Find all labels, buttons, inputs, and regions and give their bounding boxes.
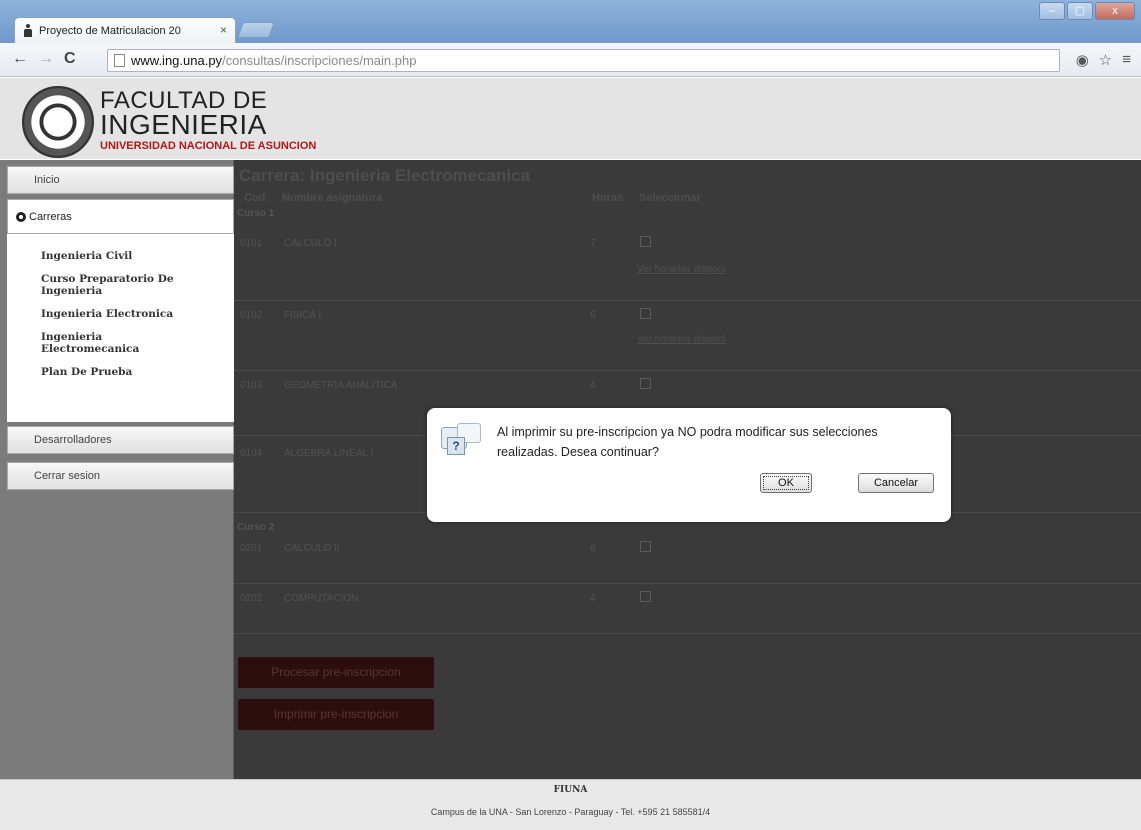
tab-close-icon[interactable]: × bbox=[220, 23, 227, 37]
browser-titlebar: Proyecto de Matriculacion 20 × – ▢ x bbox=[0, 0, 1141, 46]
page-footer: FIUNA Campus de la UNA - San Lorenzo - P… bbox=[0, 779, 1141, 830]
sidebar-item-label: Carreras bbox=[29, 211, 72, 223]
browser-tab[interactable]: Proyecto de Matriculacion 20 × bbox=[14, 17, 236, 43]
sidebar-item-desarrolladores[interactable]: Desarrolladores bbox=[7, 426, 234, 454]
sidebar-item-cerrar-sesion[interactable]: Cerrar sesion bbox=[7, 462, 234, 490]
sidebar: Inicio Carreras Ingenieria Civil Curso P… bbox=[0, 160, 234, 780]
row-divider bbox=[234, 583, 1141, 584]
col-header-select: Seleccionar bbox=[639, 192, 701, 204]
window-controls: – ▢ x bbox=[1039, 2, 1135, 20]
row-name: CALCULO I bbox=[284, 238, 337, 249]
page-title: Carrera: Ingenieria Electromecanica bbox=[239, 166, 531, 185]
row-hours: 7 bbox=[590, 238, 596, 249]
row-code: 0102 bbox=[240, 310, 263, 321]
toolbar-right: ◉ ☆ ≡ bbox=[1076, 51, 1131, 69]
horarios-link[interactable]: Ver horarios disponi bbox=[637, 334, 725, 345]
minimize-button[interactable]: – bbox=[1039, 2, 1065, 20]
logo-line-3: UNIVERSIDAD NACIONAL DE ASUNCION bbox=[100, 140, 317, 152]
footer-title: FIUNA bbox=[553, 785, 588, 795]
print-preinscription-button[interactable]: Imprimir pre-inscripcion bbox=[238, 699, 434, 730]
row-divider bbox=[234, 633, 1141, 634]
page-header: FACULTAD DE INGENIERIA UNIVERSIDAD NACIO… bbox=[0, 78, 1141, 159]
logo-line-2: INGENIERIA bbox=[100, 109, 267, 140]
tab-favicon-icon bbox=[23, 24, 33, 37]
back-arrow-icon[interactable]: ← bbox=[12, 50, 28, 68]
row-code: 0202 bbox=[240, 593, 263, 604]
row-checkbox[interactable] bbox=[640, 541, 651, 552]
url-host: www.ing.una.py bbox=[131, 53, 223, 68]
process-preinscription-button[interactable]: Procesar pre-inscripcion bbox=[238, 657, 434, 688]
star-icon[interactable]: ☆ bbox=[1099, 51, 1112, 69]
browser-toolbar: ← → C www.ing.una.py /consultas/inscripc… bbox=[0, 43, 1141, 77]
row-divider bbox=[234, 300, 1141, 301]
submenu-item-plan-de-prueba[interactable]: Plan De Prueba bbox=[41, 366, 201, 378]
submenu-item-electronica[interactable]: Ingenieria Electronica bbox=[41, 308, 201, 320]
sidebar-item-inicio[interactable]: Inicio bbox=[7, 166, 234, 194]
cancel-button[interactable]: Cancelar bbox=[858, 473, 934, 493]
row-code: 0201 bbox=[240, 543, 263, 554]
submenu-item-civil[interactable]: Ingenieria Civil bbox=[41, 250, 201, 262]
submenu-item-curso-preparatorio[interactable]: Curso Preparatorio De Ingenieria bbox=[41, 273, 201, 297]
dialog-message: Al imprimir su pre-inscripcion ya NO pod… bbox=[497, 425, 878, 459]
row-code: 0104 bbox=[240, 448, 263, 459]
sidebar-item-carreras[interactable]: Carreras bbox=[7, 199, 234, 234]
row-checkbox[interactable] bbox=[640, 378, 651, 389]
new-tab-button[interactable] bbox=[237, 22, 275, 38]
carreras-submenu: Ingenieria Civil Curso Preparatorio De I… bbox=[7, 234, 234, 422]
confirm-dialog: ? Al imprimir su pre-inscripcion ya NO p… bbox=[427, 408, 951, 522]
semester-label: Curso 2 bbox=[237, 522, 275, 533]
maximize-button[interactable]: ▢ bbox=[1067, 2, 1093, 20]
page-icon bbox=[114, 54, 125, 67]
row-name: FISICA I bbox=[284, 310, 322, 321]
question-icon: ? bbox=[441, 423, 485, 463]
row-checkbox[interactable] bbox=[640, 308, 651, 319]
reload-icon[interactable]: C bbox=[64, 50, 76, 68]
row-name: ALGEBRA LINEAL I bbox=[284, 448, 374, 459]
col-header-code: Cod. bbox=[244, 192, 269, 204]
row-checkbox[interactable] bbox=[640, 236, 651, 247]
row-code: 0101 bbox=[240, 238, 263, 249]
eye-icon[interactable]: ◉ bbox=[1076, 51, 1089, 69]
row-name: GEOMETRIA ANALITICA bbox=[284, 380, 398, 391]
col-header-name: Nombre asignatura bbox=[282, 192, 383, 204]
url-path: /consultas/inscripciones/main.php bbox=[222, 53, 417, 68]
row-name: CALCULO II bbox=[284, 543, 340, 554]
footer-contact: Campus de la UNA - San Lorenzo - Paragua… bbox=[430, 807, 711, 817]
col-header-hours: Horas bbox=[592, 192, 624, 204]
row-name: COMPUTACION bbox=[284, 593, 359, 604]
close-window-button[interactable]: x bbox=[1095, 2, 1135, 20]
row-code: 0103 bbox=[240, 380, 263, 391]
address-bar[interactable]: www.ing.una.py /consultas/inscripciones/… bbox=[107, 49, 1060, 72]
row-divider bbox=[234, 370, 1141, 371]
tab-title: Proyecto de Matriculacion 20 bbox=[39, 24, 181, 37]
horarios-link[interactable]: Ver horarios disponi bbox=[637, 264, 725, 275]
university-seal-logo bbox=[22, 86, 94, 158]
row-hours: 6 bbox=[590, 310, 596, 321]
row-hours: 6 bbox=[590, 543, 596, 554]
radio-bullet-icon bbox=[16, 212, 26, 222]
menu-icon[interactable]: ≡ bbox=[1122, 51, 1131, 69]
row-checkbox[interactable] bbox=[640, 591, 651, 602]
row-hours: 4 bbox=[590, 380, 596, 391]
ok-button[interactable]: OK bbox=[760, 473, 812, 493]
row-hours: 4 bbox=[590, 593, 596, 604]
forward-arrow-icon[interactable]: → bbox=[38, 50, 54, 68]
semester-label: Curso 1 bbox=[237, 208, 275, 219]
submenu-item-electromecanica[interactable]: Ingenieria Electromecanica bbox=[41, 331, 201, 355]
